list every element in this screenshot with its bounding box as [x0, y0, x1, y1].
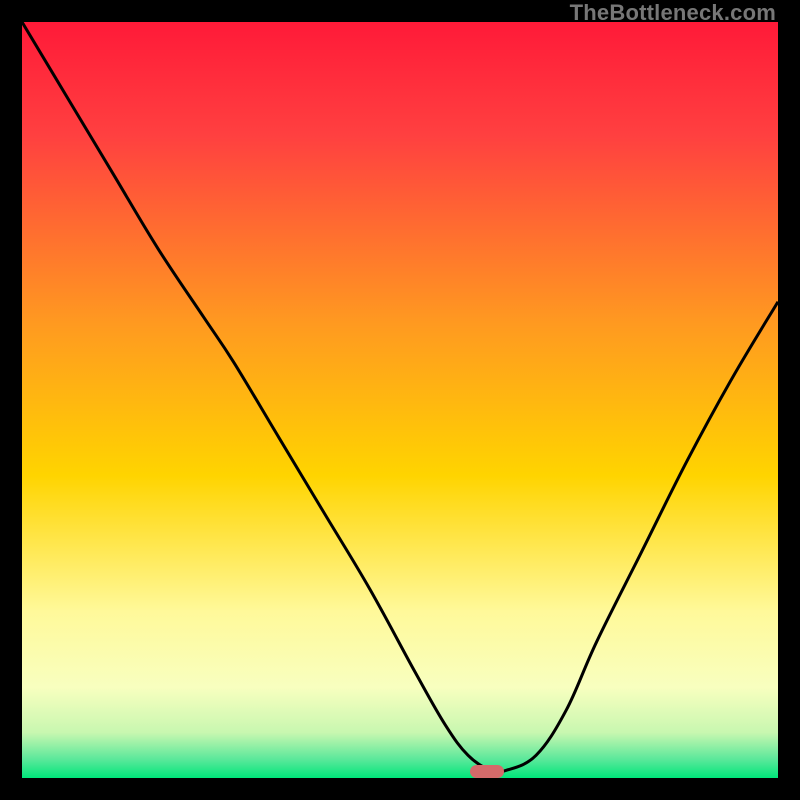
- gradient-background: [22, 22, 778, 778]
- plot-area: [22, 22, 778, 778]
- chart-frame: TheBottleneck.com: [0, 0, 800, 800]
- optimal-range-marker: [470, 765, 504, 778]
- chart-svg: [22, 22, 778, 778]
